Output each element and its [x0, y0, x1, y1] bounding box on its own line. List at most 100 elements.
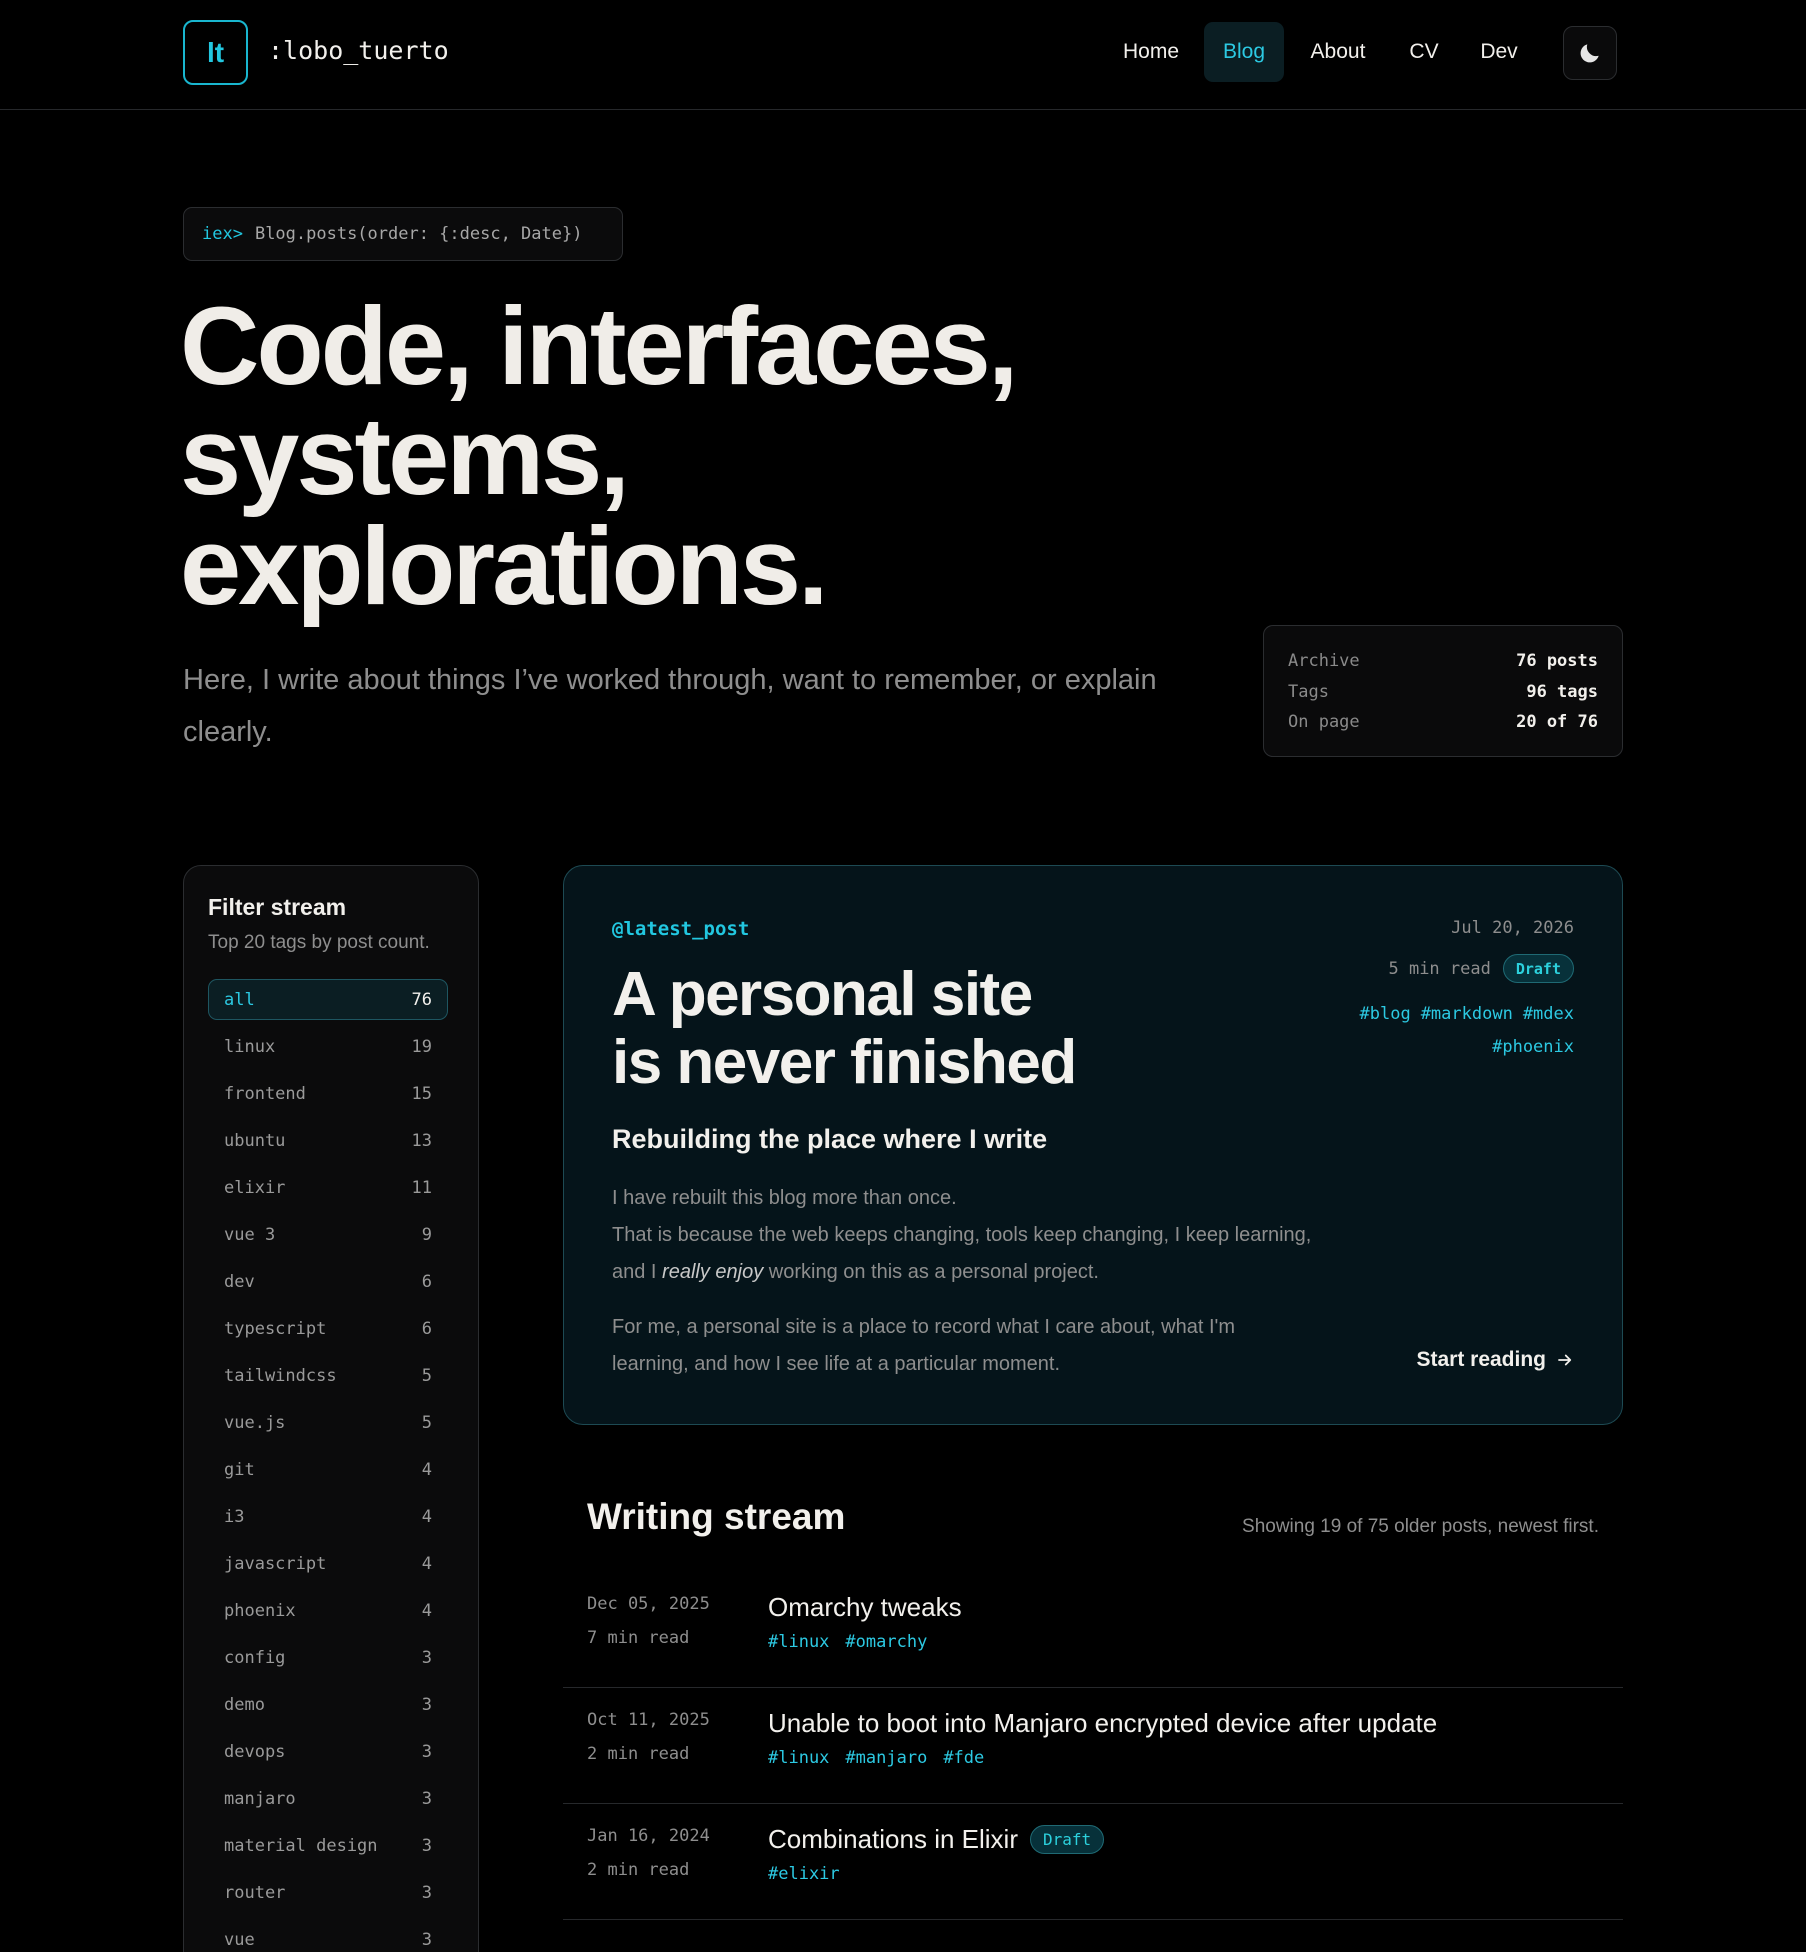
excerpt-paragraph: I have rebuilt this blog more than once.… — [612, 1180, 1312, 1291]
post-date: Oct 11, 2025 — [587, 1710, 710, 1730]
excerpt-line: I have rebuilt this blog more than once. — [612, 1187, 957, 1209]
filter-subtitle: Top 20 tags by post count. — [208, 932, 430, 953]
post-row[interactable]: Oct 11, 2025 2 min read Unable to boot int… — [563, 1688, 1623, 1804]
tag-filter-count: 9 — [421, 1224, 432, 1245]
stat-value: 96 tags — [1526, 681, 1598, 702]
tag-filter-config[interactable]: config 3 — [208, 1637, 448, 1678]
tag-link[interactable]: #linux — [768, 1632, 829, 1652]
stat-tags: Tags 96 tags — [1288, 677, 1598, 708]
page-subtitle: Here, I write about things I’ve worked t… — [183, 664, 1157, 748]
tag-filter-count: 4 — [421, 1600, 432, 1621]
tag-filter-count: 4 — [421, 1506, 432, 1527]
filter-sidebar: Filter stream Top 20 tags by post count.… — [183, 865, 479, 1952]
post-row[interactable]: Jan 16, 2024 2 min read Combinations in El… — [563, 1804, 1623, 1920]
post-title[interactable]: Omarchy tweaks — [768, 1592, 962, 1623]
tag-filter-name: ubuntu — [224, 1130, 286, 1151]
tag-filter-tailwindcss[interactable]: tailwindcss 5 — [208, 1355, 448, 1396]
tag-filter-vue[interactable]: vue 3 — [208, 1919, 448, 1952]
tag-filter-javascript[interactable]: javascript 4 — [208, 1543, 448, 1584]
tag-filter-name: typescript — [224, 1318, 327, 1339]
tag-filter-all[interactable]: all 76 — [208, 979, 448, 1020]
tag-filter-manjaro[interactable]: manjaro 3 — [208, 1778, 448, 1819]
post-read-time: 7 min read — [587, 1628, 690, 1648]
post-row[interactable]: Dec 05, 2025 7 min read Omarchy tweaks #lin… — [563, 1572, 1623, 1688]
archive-stats: Archive 76 posts Tags 96 tags On page 20… — [1263, 625, 1623, 757]
tag-filter-demo[interactable]: demo 3 — [208, 1684, 448, 1725]
tag-filter-count: 3 — [421, 1694, 432, 1715]
post-title-text: Omarchy tweaks — [768, 1592, 962, 1622]
tag-filter-name: material design — [224, 1835, 378, 1856]
filter-title: Filter stream — [208, 894, 347, 920]
tag-filter-material-design[interactable]: material design 3 — [208, 1825, 448, 1866]
tag-filter-name: config — [224, 1647, 286, 1668]
nav-about[interactable]: About — [1296, 22, 1380, 82]
post-read-time: 2 min read — [587, 1744, 690, 1764]
post-title[interactable]: Unable to boot into Manjaro encrypted de… — [768, 1708, 1437, 1739]
iex-command-text: Blog.posts(order: {:desc, Date}) — [254, 224, 583, 244]
tag-link[interactable]: #mdex — [1523, 1004, 1574, 1024]
tag-filter-count: 5 — [421, 1412, 432, 1433]
tag-filter-phoenix[interactable]: phoenix 4 — [208, 1590, 448, 1631]
excerpt-paragraph: For me, a personal site is a place to re… — [612, 1316, 1235, 1375]
tag-filter-devops[interactable]: devops 3 — [208, 1731, 448, 1772]
tag-filter-count: 3 — [421, 1788, 432, 1809]
site-logo[interactable]: lt — [183, 20, 248, 85]
latest-post-title[interactable]: A personal site is never finished — [612, 961, 1172, 1097]
nav-dev[interactable]: Dev — [1468, 22, 1530, 82]
tag-filter-count: 3 — [421, 1835, 432, 1856]
tag-filter-count: 6 — [421, 1271, 432, 1292]
tag-filter-vue-3[interactable]: vue 3 9 — [208, 1214, 448, 1255]
tag-filter-name: vue.js — [224, 1412, 286, 1433]
tag-filter-count: 11 — [411, 1177, 432, 1198]
tag-filter-name: phoenix — [224, 1600, 296, 1621]
tag-filter-i3[interactable]: i3 4 — [208, 1496, 448, 1537]
latest-post-excerpt: I have rebuilt this blog more than once.… — [612, 1180, 1312, 1383]
latest-post-subtitle: Rebuilding the place where I write — [612, 1124, 1048, 1154]
tag-filter-linux[interactable]: linux 19 — [208, 1026, 448, 1067]
writing-stream-summary: Showing 19 of 75 older posts, newest fir… — [1242, 1516, 1599, 1537]
start-reading-link[interactable]: Start reading — [1416, 1348, 1574, 1372]
tag-filter-count: 3 — [421, 1882, 432, 1903]
page-title-line: systems, — [180, 395, 630, 518]
tag-filter-name: all — [224, 989, 255, 1010]
tag-filter-name: dev — [224, 1271, 255, 1292]
page-title: Code, interfaces, systems, explorations. — [180, 292, 1080, 622]
post-title[interactable]: Combinations in Elixir Draft — [768, 1824, 1105, 1855]
tag-link[interactable]: #markdown — [1421, 1004, 1513, 1024]
tag-filter-vue-js[interactable]: vue.js 5 — [208, 1402, 448, 1443]
tag-link[interactable]: #omarchy — [845, 1632, 927, 1652]
tag-filter-git[interactable]: git 4 — [208, 1449, 448, 1490]
tag-filter-frontend[interactable]: frontend 15 — [208, 1073, 448, 1114]
nav-blog[interactable]: Blog — [1204, 22, 1284, 82]
tag-link[interactable]: #phoenix — [1492, 1037, 1574, 1057]
post-tags: #elixir — [768, 1864, 856, 1884]
tag-link[interactable]: #manjaro — [845, 1748, 927, 1768]
tag-filter-typescript[interactable]: typescript 6 — [208, 1308, 448, 1349]
tag-link[interactable]: #blog — [1360, 1004, 1411, 1024]
logo-text: lt — [206, 36, 225, 68]
stat-on-page: On page 20 of 76 — [1288, 707, 1598, 738]
nav-home[interactable]: Home — [1105, 22, 1197, 82]
post-read-time: 2 min read — [587, 1860, 690, 1880]
post-title-text: Combinations in Elixir — [768, 1824, 1018, 1854]
tag-filter-elixir[interactable]: elixir 11 — [208, 1167, 448, 1208]
tag-filter-ubuntu[interactable]: ubuntu 13 — [208, 1120, 448, 1161]
tag-filter-dev[interactable]: dev 6 — [208, 1261, 448, 1302]
tag-filter-name: linux — [224, 1036, 276, 1057]
tag-filter-name: manjaro — [224, 1788, 296, 1809]
tag-filter-name: vue 3 — [224, 1224, 276, 1245]
post-tags: #linux #omarchy — [768, 1632, 943, 1652]
latest-post-card[interactable]: @latest_post A personal site is never fi… — [563, 865, 1623, 1425]
stat-archive: Archive 76 posts — [1288, 646, 1598, 677]
site-name[interactable]: :lobo_tuerto — [268, 36, 449, 65]
latest-post-meta: 5 min read Draft — [1388, 954, 1574, 983]
theme-toggle-button[interactable] — [1563, 26, 1617, 80]
nav-cv[interactable]: CV — [1393, 22, 1455, 82]
tag-link[interactable]: #linux — [768, 1748, 829, 1768]
tag-filter-router[interactable]: router 3 — [208, 1872, 448, 1913]
tag-filter-count: 19 — [411, 1036, 432, 1057]
stat-label: Archive — [1288, 651, 1360, 672]
tag-link[interactable]: #elixir — [768, 1864, 840, 1884]
post-date: Dec 05, 2025 — [587, 1594, 710, 1614]
tag-link[interactable]: #fde — [943, 1748, 984, 1768]
